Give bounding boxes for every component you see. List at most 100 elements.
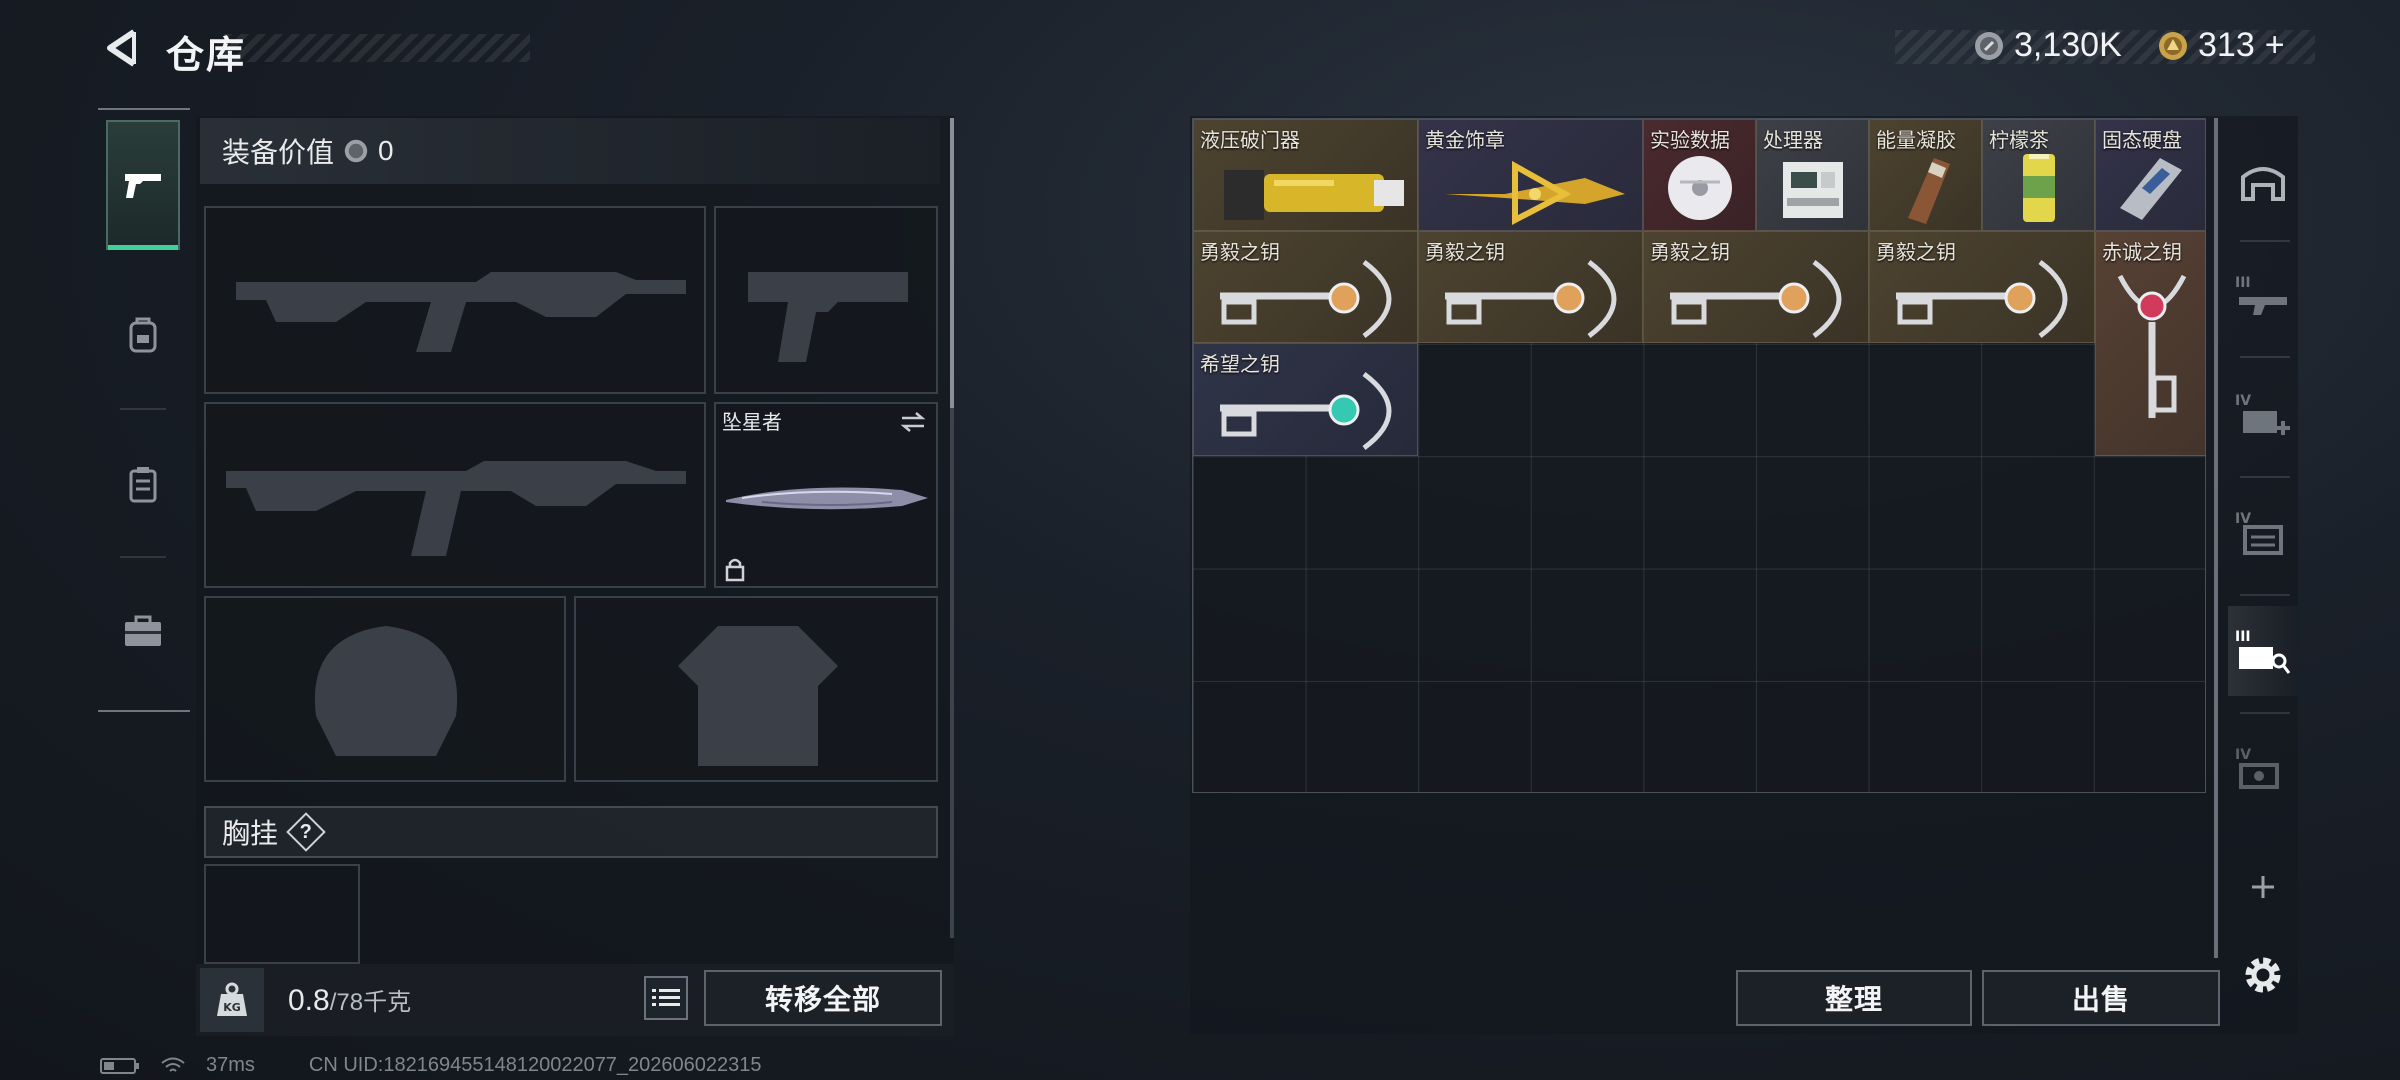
equipment-value: 0 — [378, 135, 394, 166]
armor-silhouette-icon — [678, 626, 838, 766]
lemon-tea-icon — [2023, 154, 2055, 222]
sidearm-slot[interactable] — [714, 206, 938, 394]
key-red-icon — [2117, 274, 2187, 418]
wifi-icon — [161, 1057, 185, 1072]
silver-currency: 3,130K — [1974, 26, 2122, 65]
svg-text:III: III — [2235, 629, 2251, 645]
helmet-slot[interactable] — [204, 596, 566, 782]
chest-rig-label: 胸挂 — [222, 818, 279, 849]
storage-keys-icon: III — [2235, 629, 2291, 674]
add-storage-button[interactable] — [2228, 852, 2298, 922]
gold-currency: 313 + — [2158, 26, 2285, 65]
melee-blade-icon — [726, 487, 928, 510]
tab-toolbox[interactable] — [106, 566, 180, 696]
help-icon[interactable]: ? — [286, 812, 326, 852]
tab-divider — [2240, 712, 2290, 714]
storage-item[interactable]: 处理器 — [1756, 119, 1869, 231]
tab-backpack[interactable] — [106, 270, 180, 400]
toolbox-icon — [125, 615, 161, 646]
tab-divider — [2240, 240, 2290, 242]
back-arrow-icon[interactable] — [100, 26, 144, 70]
equipment-value-label: 装备价值 — [222, 137, 335, 168]
key-orange-icon — [1896, 259, 2068, 339]
storage-item[interactable]: 勇毅之钥 — [1193, 231, 1418, 343]
battery-icon — [100, 1057, 139, 1074]
tab-storage-3-weapons[interactable]: III — [2228, 250, 2298, 340]
storage-item[interactable]: 能量凝胶 — [1869, 119, 1982, 231]
weight-current: 0.8 — [288, 984, 330, 1017]
storage-item[interactable]: 赤诚之钥 — [2095, 231, 2206, 456]
storage-item[interactable]: 勇毅之钥 — [1418, 231, 1643, 343]
tab-storage-4-medical[interactable]: IV — [2228, 370, 2298, 460]
tab-storage-4-tools[interactable]: IV — [2228, 724, 2298, 814]
tab-warehouse[interactable] — [2228, 136, 2298, 226]
pistol-icon — [125, 174, 161, 198]
transfer-all-button[interactable]: 转移全部 — [704, 970, 942, 1026]
storage-item[interactable]: 柠檬茶 — [1982, 119, 2095, 231]
sell-button[interactable]: 出售 — [1982, 970, 2220, 1026]
warehouse-icon — [2241, 167, 2285, 201]
chest-rig-slot[interactable] — [204, 864, 360, 964]
storage-item[interactable]: 固态硬盘 — [2095, 119, 2206, 231]
vest-icon — [129, 467, 157, 503]
plus-icon — [2252, 876, 2274, 898]
svg-text:IV: IV — [2235, 511, 2251, 527]
processor-icon — [1783, 162, 1843, 218]
storage-tools-icon: IV — [2235, 747, 2279, 789]
storage-item[interactable]: 液压破门器 — [1193, 119, 1418, 231]
list-view-button[interactable] — [644, 976, 688, 1020]
gear-icon[interactable] — [2238, 950, 2288, 1000]
energy-gel-icon — [1908, 158, 1950, 224]
weight-display: 0.8/78千克 — [288, 982, 411, 1018]
data-disc-icon — [1668, 156, 1732, 220]
uid-text: CN UID:18216945514812002​2077_2026060223… — [308, 1054, 762, 1076]
pistol-silhouette-icon — [748, 272, 908, 362]
melee-slot[interactable]: 坠星者 — [714, 402, 938, 588]
melee-name: 坠星者 — [722, 412, 782, 434]
primary-weapon-slot[interactable] — [204, 206, 706, 394]
list-icon — [652, 989, 680, 1006]
tab-storage-3-keys[interactable]: III — [2228, 606, 2298, 696]
storage-item[interactable]: 勇毅之钥 — [1643, 231, 1869, 343]
tab-divider — [120, 556, 166, 558]
helmet-silhouette-icon — [314, 626, 458, 756]
svg-text:III: III — [2235, 275, 2251, 291]
storage-item[interactable]: 实验数据 — [1643, 119, 1756, 231]
storage-item[interactable]: 勇毅之钥 — [1869, 231, 2095, 343]
key-orange-icon — [1220, 259, 1392, 339]
sort-button[interactable]: 整理 — [1736, 970, 1972, 1026]
storage-weapons-icon: III — [2235, 275, 2287, 315]
weight-capacity: /78千克 — [329, 989, 412, 1016]
tab-divider — [2240, 594, 2290, 596]
tab-storage-4-documents[interactable]: IV — [2228, 488, 2298, 578]
backpack-icon — [129, 317, 157, 353]
rifle-silhouette-icon — [226, 461, 686, 556]
status-bar: 37ms CN UID:18216945514812002​2077_20260… — [100, 1054, 762, 1077]
key-orange-icon — [1670, 259, 1842, 339]
tab-divider — [120, 408, 166, 410]
secondary-weapon-slot[interactable] — [204, 402, 706, 588]
ping-text: 37ms — [206, 1054, 255, 1076]
tab-divider — [2240, 476, 2290, 478]
storage-scrollbar[interactable] — [2214, 118, 2218, 958]
weight-kg-icon: KG — [217, 982, 247, 1016]
loadout-scroll-thumb[interactable] — [950, 118, 954, 408]
chest-rig-header: 胸挂 ? — [204, 806, 938, 858]
golden-emblem-icon — [1445, 160, 1625, 225]
tab-weapons[interactable] — [106, 120, 180, 250]
svg-text:IV: IV — [2235, 747, 2251, 763]
equipment-value-bar: 装备价值 0 — [200, 118, 940, 184]
storage-documents-icon: IV — [2235, 511, 2283, 555]
add-gold-button[interactable]: + — [2265, 26, 2285, 65]
silver-coin-icon — [1975, 31, 2003, 60]
silver-currency-value: 3,130K — [2014, 26, 2122, 64]
tab-armor[interactable] — [106, 420, 180, 550]
armor-slot[interactable] — [574, 596, 938, 782]
storage-item[interactable]: 希望之钥 — [1193, 343, 1418, 456]
swap-icon[interactable] — [898, 410, 928, 434]
title-decoration — [224, 34, 530, 62]
weight-icon-box: KG — [200, 968, 264, 1032]
tab-divider — [2240, 356, 2290, 358]
storage-medical-icon: IV — [2235, 393, 2290, 435]
storage-item[interactable]: 黄金饰章 — [1418, 119, 1643, 231]
